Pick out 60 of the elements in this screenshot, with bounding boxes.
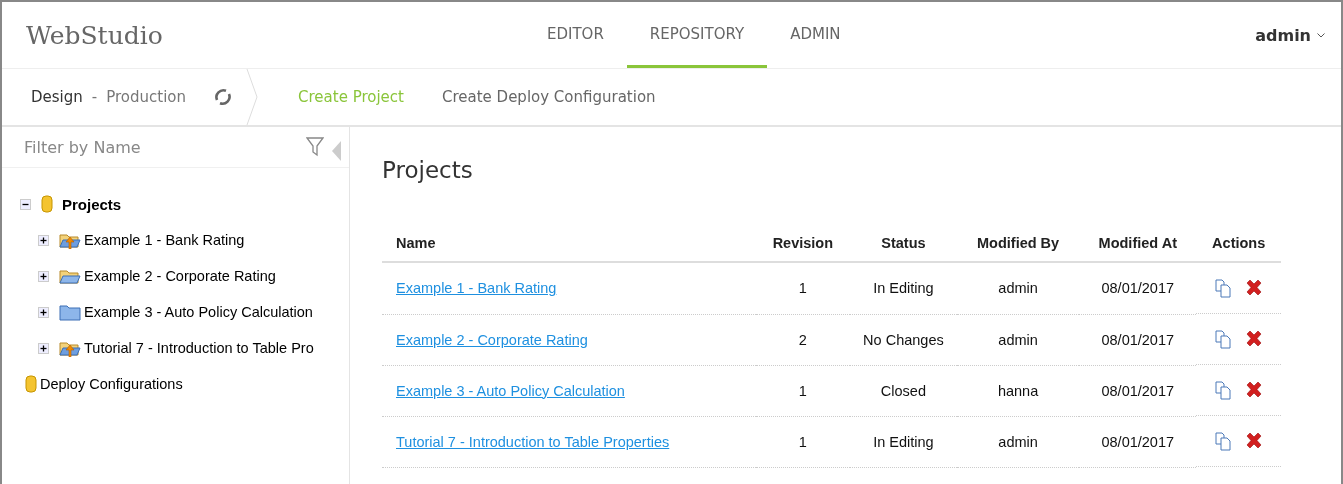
- table-cell: 1: [755, 416, 850, 467]
- table-cell: 08/01/2017: [1079, 314, 1197, 365]
- table-cell: admin: [957, 262, 1080, 314]
- folder-arrow-icon: [59, 231, 81, 249]
- page-heading: Projects: [382, 157, 474, 183]
- project-link[interactable]: Example 1 - Bank Rating: [396, 280, 557, 297]
- table-cell: In Editing: [849, 416, 957, 467]
- project-link[interactable]: Example 3 - Auto Policy Calculation: [396, 382, 625, 399]
- table-cell: 1: [755, 262, 850, 314]
- table-cell: 08/01/2017: [1079, 365, 1197, 416]
- app-title: WebStudio: [26, 20, 163, 50]
- table-cell: Closed: [849, 365, 957, 416]
- tree-item[interactable]: Example 1 - Bank Rating: [84, 232, 245, 248]
- tree-item[interactable]: Example 2 - Corporate Rating: [84, 268, 276, 284]
- cylinder-icon: [41, 195, 53, 213]
- chevron-icon: [1317, 32, 1325, 38]
- user-menu[interactable]: admin: [1249, 24, 1331, 46]
- tree-item[interactable]: Deploy Configurations: [40, 376, 183, 392]
- tree-item[interactable]: Projects: [62, 195, 122, 213]
- nav-tab[interactable]: REPOSITORY: [626, 2, 768, 68]
- tree-item[interactable]: Example 3 - Auto Policy Calculation: [84, 304, 313, 320]
- table-cell: 08/01/2017: [1079, 416, 1197, 467]
- copy-icon[interactable]: [1213, 380, 1234, 400]
- project-link[interactable]: Tutorial 7 - Introduction to Table Properties: [396, 433, 670, 450]
- copy-icon[interactable]: [1213, 329, 1234, 349]
- expand-toggle[interactable]: [38, 342, 49, 354]
- table-cell: 08/01/2017: [1079, 262, 1197, 314]
- table-cell: hanna: [957, 365, 1080, 416]
- toolbar-link[interactable]: Create Deploy Configuration: [441, 88, 656, 106]
- cylinder-icon: [25, 375, 37, 393]
- column-header: Name: [382, 225, 756, 262]
- copy-icon[interactable]: [1213, 278, 1234, 298]
- expand-toggle[interactable]: [38, 270, 49, 282]
- folder-arrow-icon: [59, 339, 81, 357]
- open-folder-icon: [59, 267, 81, 285]
- table-cell: admin: [957, 314, 1080, 365]
- expand-toggle[interactable]: [38, 234, 49, 246]
- nav-tab[interactable]: ADMIN: [767, 2, 864, 68]
- branch-label[interactable]: Production: [106, 88, 187, 106]
- project-link[interactable]: Example 2 - Corporate Rating: [396, 331, 588, 348]
- column-header: Status: [849, 225, 957, 262]
- expand-toggle[interactable]: [20, 198, 31, 210]
- folder-icon: [59, 303, 81, 321]
- expand-toggle[interactable]: [38, 306, 49, 318]
- table-cell: 1: [755, 365, 850, 416]
- branch-separator: -: [91, 88, 98, 106]
- refresh-icon[interactable]: [213, 87, 234, 107]
- table-cell: No Changes: [849, 314, 957, 365]
- table-cell: In Editing: [849, 262, 957, 314]
- column-header: Modified By: [957, 225, 1080, 262]
- filter-icon[interactable]: [306, 137, 324, 157]
- branch-label[interactable]: Design: [31, 88, 83, 106]
- table-cell: 2: [755, 314, 850, 365]
- table-cell: admin: [957, 416, 1080, 467]
- tree-item[interactable]: Tutorial 7 - Introduction to Table Pro: [84, 340, 314, 356]
- copy-icon[interactable]: [1213, 431, 1234, 451]
- column-header: Actions: [1196, 225, 1281, 262]
- nav-tab[interactable]: EDITOR: [524, 2, 627, 68]
- column-header: Revision: [755, 225, 850, 262]
- column-header: Modified At: [1079, 225, 1197, 262]
